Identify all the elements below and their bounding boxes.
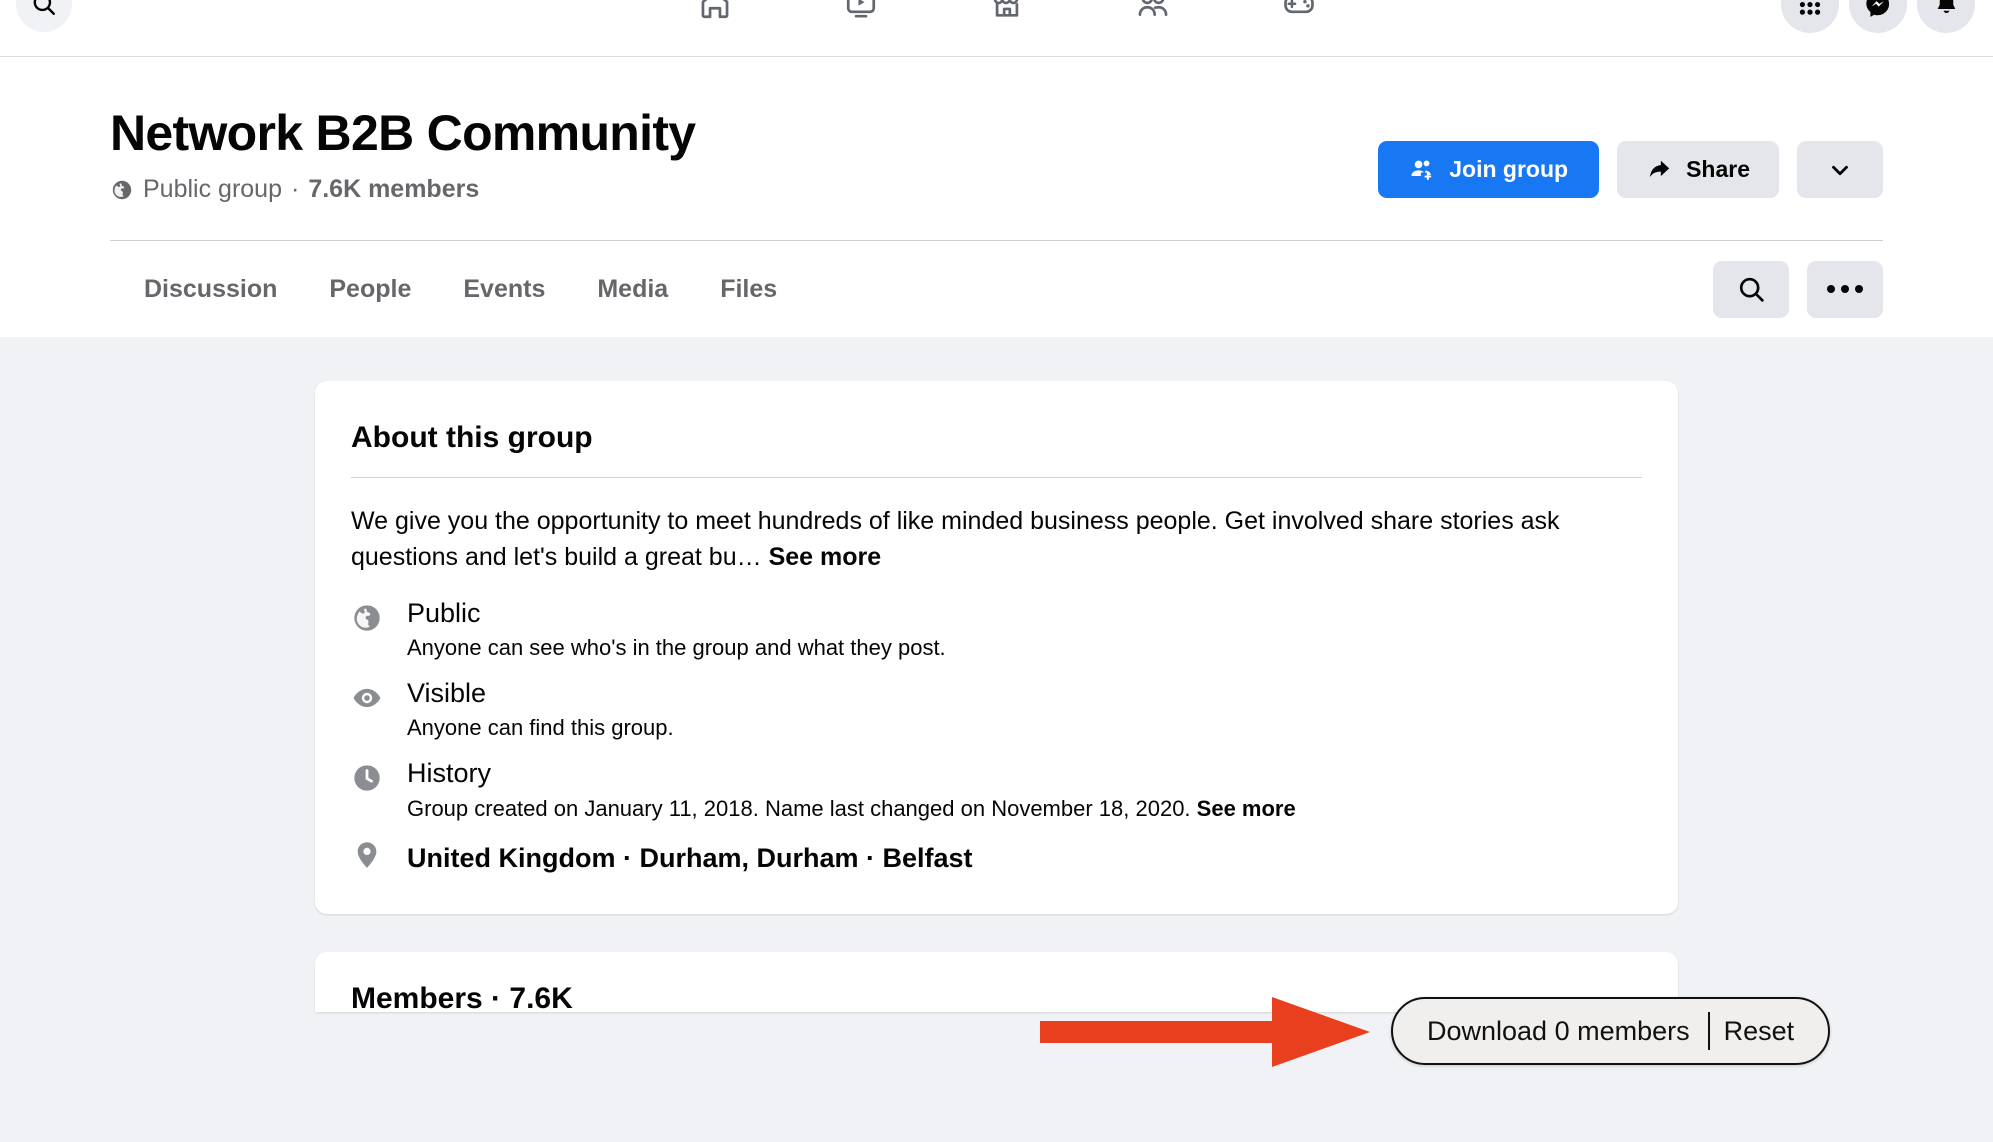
download-members-label[interactable]: Download 0 members — [1427, 1016, 1690, 1047]
game-controller-icon — [1283, 0, 1314, 14]
location-pin-icon — [351, 839, 387, 876]
facebook-search-button[interactable] — [16, 0, 72, 32]
messenger-icon — [1866, 0, 1890, 17]
info-sub-history: Group created on January 11, 2018. Name … — [407, 794, 1642, 824]
share-button[interactable]: Share — [1617, 141, 1779, 198]
bell-icon — [1937, 0, 1955, 13]
info-body-history: History Group created on January 11, 201… — [407, 757, 1642, 823]
info-row-location: United Kingdom · Durham, Durham · Belfas… — [351, 839, 1642, 876]
info-row-public: Public Anyone can see who's in the group… — [351, 597, 1642, 663]
share-label: Share — [1686, 156, 1750, 182]
join-group-label: Join group — [1449, 156, 1569, 182]
tab-media-label: Media — [597, 274, 669, 303]
info-label-history: History — [407, 758, 492, 789]
nav-tab-gaming[interactable] — [1264, 0, 1334, 32]
tab-files-label: Files — [720, 274, 778, 303]
group-meta: Public group · 7.6K members — [110, 175, 695, 204]
clock-icon — [351, 757, 387, 823]
about-card-divider — [351, 477, 1642, 478]
tab-media[interactable]: Media — [571, 255, 694, 323]
tab-files[interactable]: Files — [694, 255, 803, 323]
eye-icon-glyph — [353, 689, 381, 708]
tab-discussion-label: Discussion — [144, 274, 278, 303]
globe-icon-glyph — [354, 605, 380, 631]
info-label-location: United Kingdom · Durham, Durham · Belfas… — [407, 842, 973, 873]
download-members-widget[interactable]: Download 0 members Reset — [1391, 997, 1831, 1065]
more-options-dropdown-button[interactable] — [1797, 141, 1883, 198]
group-tabs: Discussion People Events Media Files — [110, 241, 803, 337]
storefront-icon — [993, 0, 1018, 17]
info-sub-visible: Anyone can find this group. — [407, 715, 674, 741]
menu-grid-button[interactable] — [1781, 0, 1839, 33]
search-icon — [33, 0, 55, 15]
nav-tab-groups[interactable] — [1118, 0, 1188, 32]
nav-tab-watch[interactable] — [826, 0, 896, 32]
info-sub-public: Anyone can see who's in the group and wh… — [407, 635, 946, 661]
clock-icon-glyph — [354, 765, 380, 791]
tab-events-label: Events — [463, 274, 546, 303]
group-title: Network B2B Community — [110, 105, 696, 161]
group-member-count: 7.6K members — [308, 175, 480, 203]
tab-people[interactable]: People — [303, 255, 437, 323]
group-tab-bar: Discussion People Events Media Files — [110, 241, 1883, 337]
top-navigation-bar — [0, 0, 1993, 57]
group-meta-separator: · — [290, 175, 300, 203]
annotation-arrow — [1040, 997, 1370, 1067]
group-header-row: Network B2B Community Public group · 7.6… — [110, 57, 1883, 240]
about-this-group-card: About this group We give you the opportu… — [315, 381, 1678, 915]
group-header: Network B2B Community Public group · 7.6… — [0, 57, 1993, 337]
ellipsis-icon — [1827, 285, 1863, 293]
group-action-buttons: Join group Share — [1378, 141, 1883, 198]
notifications-button[interactable] — [1917, 0, 1975, 33]
nav-right-section — [1653, 0, 1993, 33]
download-widget-separator — [1707, 1012, 1710, 1050]
eye-icon — [351, 677, 387, 743]
group-identity: Network B2B Community Public group · 7.6… — [110, 105, 696, 204]
info-row-history: History Group created on January 11, 201… — [351, 757, 1642, 823]
join-group-button[interactable]: Join group — [1378, 141, 1600, 198]
chevron-down-icon — [1832, 165, 1848, 175]
about-card-heading: About this group — [351, 421, 593, 454]
nav-tab-marketplace[interactable] — [972, 0, 1042, 32]
tab-discussion[interactable]: Discussion — [118, 255, 303, 323]
about-description-text: We give you the opportunity to meet hund… — [351, 507, 1560, 571]
reset-button[interactable]: Reset — [1724, 1016, 1795, 1047]
share-arrow-icon — [1649, 160, 1670, 178]
groups-icon — [1138, 0, 1167, 16]
location-pin-icon-glyph — [357, 842, 377, 869]
info-sub-history-text: Group created on January 11, 2018. Name … — [407, 795, 1191, 821]
history-see-more-link[interactable]: See more — [1197, 796, 1296, 821]
info-body-visible: Visible Anyone can find this group. — [407, 677, 1642, 743]
info-body-location: United Kingdom · Durham, Durham · Belfas… — [407, 842, 1642, 874]
group-search-button[interactable] — [1713, 260, 1789, 318]
nav-left-section — [0, 0, 360, 32]
info-label-visible: Visible — [407, 678, 487, 709]
tab-people-label: People — [329, 274, 412, 303]
add-people-icon — [1411, 160, 1432, 180]
about-description: We give you the opportunity to meet hund… — [351, 504, 1621, 575]
search-icon — [1739, 277, 1764, 302]
info-body-public: Public Anyone can see who's in the group… — [407, 597, 1642, 663]
grid-menu-icon — [1799, 1, 1821, 15]
video-play-icon — [846, 0, 875, 18]
info-row-visible: Visible Anyone can find this group. — [351, 677, 1642, 743]
main-content: About this group We give you the opportu… — [0, 337, 1993, 1067]
globe-icon — [112, 180, 132, 199]
tab-bar-tools — [1713, 260, 1883, 318]
group-privacy-label: Public group — [143, 175, 282, 203]
home-icon — [701, 0, 728, 19]
about-see-more-link[interactable]: See more — [769, 543, 882, 571]
info-label-public: Public — [407, 598, 481, 628]
nav-tab-home[interactable] — [680, 0, 750, 32]
group-more-menu-button[interactable] — [1807, 260, 1883, 318]
tab-events[interactable]: Events — [437, 255, 571, 323]
messenger-button[interactable] — [1849, 0, 1907, 33]
globe-icon — [351, 597, 387, 663]
nav-main-tabs — [360, 0, 1653, 32]
